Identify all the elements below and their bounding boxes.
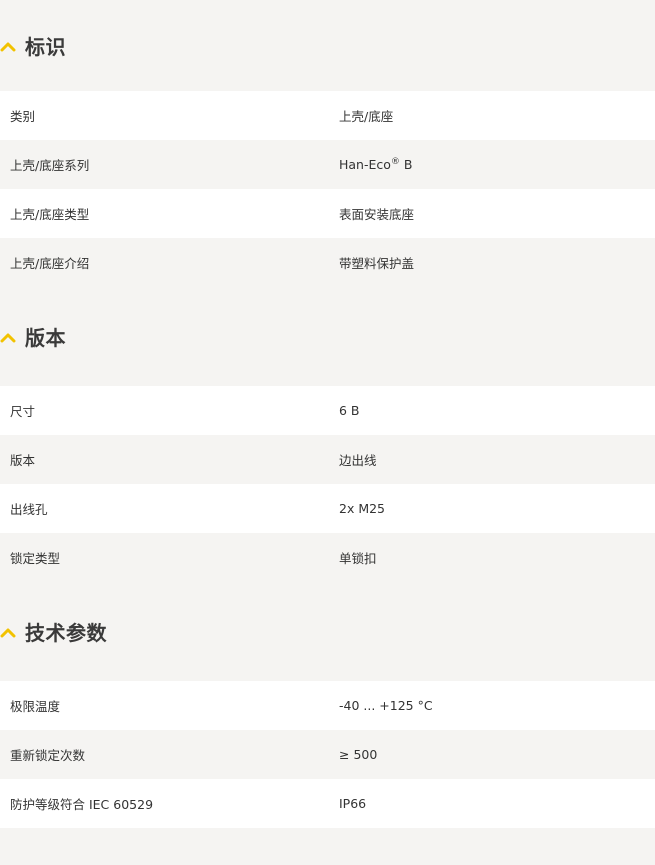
row-value: 上壳/底座 [339,109,394,124]
table-row: 上壳/底座系列 Han-Eco® B [0,140,655,189]
section-version: 版本 尺寸 6 B 版本 边出线 出线孔 2x M25 锁定类型 单锁扣 [0,287,655,582]
table-row: 尺寸 6 B [0,386,655,435]
value-suffix: B [399,157,413,172]
row-value: 单锁扣 [339,551,377,566]
section-header-technical-parameters[interactable]: 技术参数 [0,582,655,681]
row-value: Han-Eco® B [339,157,655,172]
chevron-up-icon[interactable] [0,326,22,348]
table-row: 上壳/底座介绍 带塑料保护盖 [0,238,655,287]
row-label: 版本 [10,453,36,468]
table-row: 出线孔 2x M25 [0,484,655,533]
row-label: 上壳/底座介绍 [10,256,90,271]
section-title: 技术参数 [25,621,107,645]
registered-mark: ® [390,156,400,167]
section-header-identification[interactable]: 标识 [0,0,655,91]
section-identification: 标识 类别 上壳/底座 上壳/底座系列 Han-Eco® B 上壳/底座类型 表… [0,0,655,287]
row-value: IP66 [339,796,367,811]
table-row: 锁定类型 单锁扣 [0,533,655,582]
table-row: 上壳/底座类型 表面安装底座 [0,189,655,238]
section-title: 标识 [25,35,66,59]
row-value: -40 ... +125 °C [339,698,433,713]
row-value: 边出线 [339,453,377,468]
row-label: 上壳/底座类型 [10,207,90,222]
row-value: 6 B [339,403,360,418]
row-label: 锁定类型 [10,551,61,566]
row-value: 表面安装底座 [339,207,415,222]
row-value: 带塑料保护盖 [339,256,415,271]
row-label: 重新锁定次数 [10,748,86,763]
table-row: 类别 上壳/底座 [0,91,655,140]
section-title: 版本 [25,326,66,350]
row-label: 防护等级符合 IEC 60529 [10,797,154,812]
chevron-up-icon[interactable] [0,621,22,643]
value-text: Han-Eco [339,157,391,172]
chevron-up-icon[interactable] [0,35,22,57]
row-label: 类别 [10,109,36,124]
row-label: 尺寸 [10,404,36,419]
row-label: 极限温度 [10,699,61,714]
row-value: 2x M25 [339,501,386,516]
row-value: ≥ 500 [339,747,378,762]
section-technical-parameters: 技术参数 极限温度 -40 ... +125 °C 重新锁定次数 ≥ 500 防… [0,582,655,828]
table-row: 极限温度 -40 ... +125 °C [0,681,655,730]
section-header-version[interactable]: 版本 [0,287,655,386]
row-label: 出线孔 [10,502,48,517]
row-label: 上壳/底座系列 [10,158,90,173]
table-row: 重新锁定次数 ≥ 500 [0,730,655,779]
table-row: 防护等级符合 IEC 60529 IP66 [0,779,655,828]
table-row: 版本 边出线 [0,435,655,484]
